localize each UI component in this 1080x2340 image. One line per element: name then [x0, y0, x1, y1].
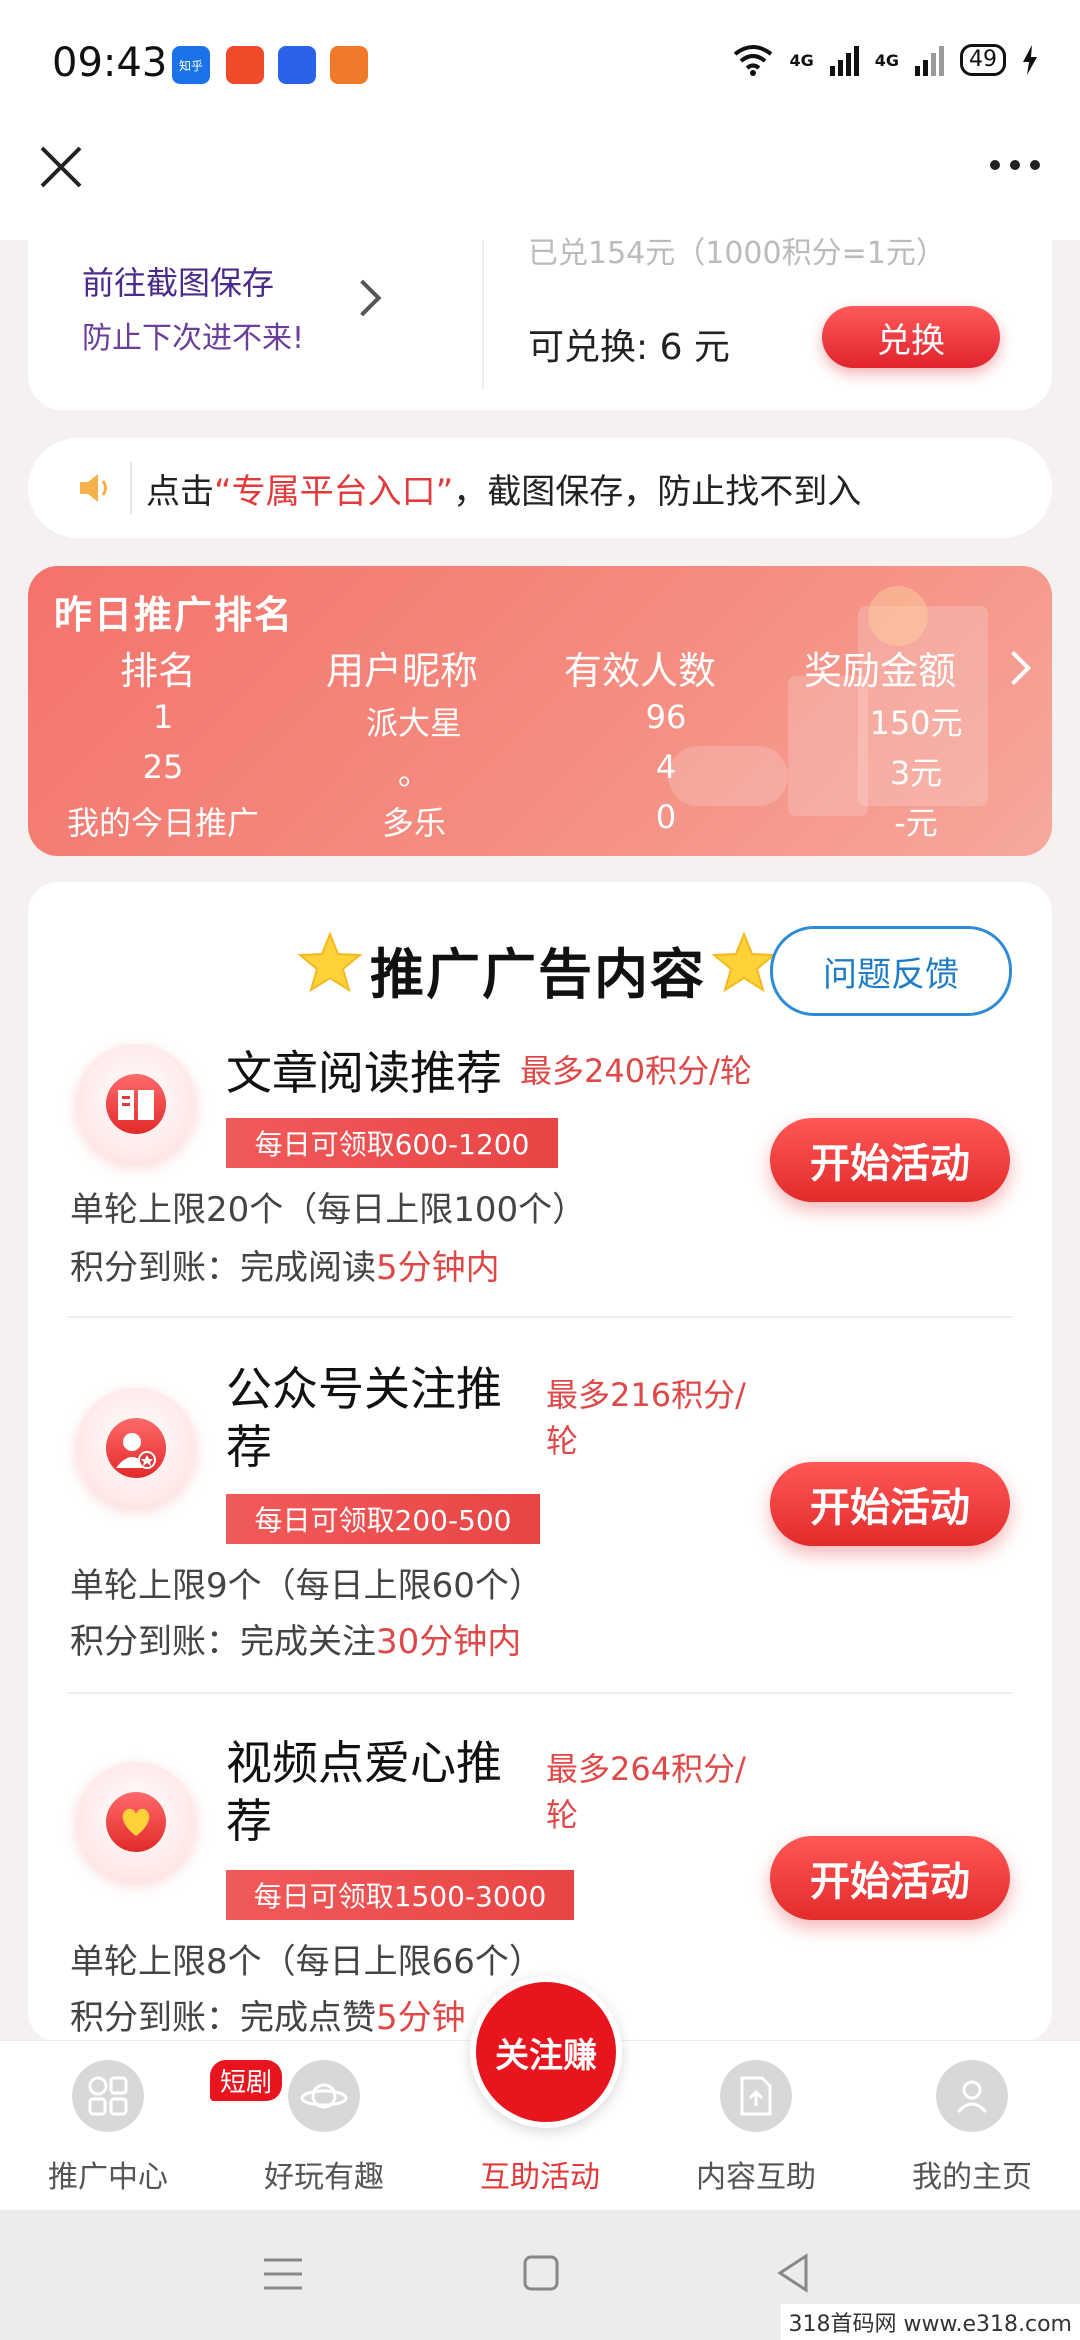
nav-label: 我的主页 — [912, 2160, 1032, 2195]
ad-arrive: 积分到账：完成点赞5分钟 — [70, 1998, 466, 2038]
network-4g-label-2: 4G — [874, 50, 899, 70]
start-activity-button[interactable]: 开始活动 — [770, 1836, 1010, 1920]
charging-icon — [1023, 45, 1037, 75]
nav-my-home[interactable]: 我的主页 — [882, 2060, 1062, 2196]
planet-icon — [288, 2060, 360, 2132]
ranking-title: 昨日推广排名 — [54, 593, 295, 637]
back-icon[interactable] — [776, 2252, 810, 2294]
drama-badge: 短剧 — [210, 2060, 283, 2101]
ad-limit: 单轮上限9个（每日上限60个） — [70, 1566, 543, 1606]
nav-label: 推广中心 — [48, 2160, 168, 2195]
nav-content-mutual[interactable]: 内容互助 — [666, 2060, 846, 2196]
rank-cell: 3元 — [889, 754, 943, 792]
rank-cell: -元 — [894, 804, 938, 842]
nav-label: 好玩有趣 — [264, 2160, 384, 2195]
home-icon[interactable] — [522, 2254, 560, 2292]
ad-daily-badge: 每日可领取600-1200 — [226, 1118, 558, 1168]
redeemed-text: 已兑154元（1000积分=1元） — [528, 236, 946, 271]
app-notification-icon — [226, 46, 264, 84]
notice-bar[interactable]: 点击“专属平台入口”，截图保存，防止找不到入 — [28, 438, 1052, 538]
ad-daily-badge: 每日可领取1500-3000 — [226, 1870, 574, 1920]
rank-cell: 。 — [397, 754, 430, 792]
notice-highlight: “专属平台入口” — [214, 472, 454, 512]
user-icon — [936, 2060, 1008, 2132]
baidu-app-icon — [278, 46, 316, 84]
rank-header-rank: 排名 — [119, 649, 196, 693]
coin-icon — [868, 586, 928, 646]
article-read-icon — [76, 1044, 196, 1164]
app-notification-icon-2 — [330, 46, 368, 84]
divider — [482, 240, 484, 390]
feedback-button[interactable]: 问题反馈 — [770, 926, 1012, 1016]
menu-icon[interactable] — [262, 2256, 304, 2292]
rank-header-nickname: 用户昵称 — [325, 649, 478, 693]
rank-cell: 96 — [645, 698, 687, 736]
upload-file-icon — [720, 2060, 792, 2132]
ad-arrive: 积分到账：完成关注30分钟内 — [70, 1622, 522, 1662]
nav-promo-center[interactable]: 推广中心 — [18, 2060, 198, 2196]
go-screenshot-link[interactable]: 前往截图保存 — [82, 258, 274, 304]
ad-max-points: 最多240积分/轮 — [520, 1052, 752, 1090]
close-icon[interactable] — [36, 142, 86, 192]
rank-cell: 150元 — [869, 704, 963, 742]
star-icon — [712, 931, 776, 993]
notice-divider — [130, 462, 132, 514]
nav-label: 互助活动 — [480, 2160, 600, 2195]
divider — [68, 1316, 1012, 1318]
rank-header-count: 有效人数 — [563, 649, 716, 693]
watermark: 318首码网 www.e318.com — [780, 2304, 1080, 2340]
ads-title: 推广广告内容 — [370, 943, 706, 1006]
network-4g-label: 4G — [789, 50, 814, 70]
speaker-icon — [80, 474, 107, 502]
nav-label: 内容互助 — [696, 2160, 816, 2195]
battery-level: 49 — [960, 44, 1006, 76]
wifi-icon — [734, 45, 773, 76]
status-icons: 4G 4G 49 — [733, 44, 1038, 76]
ad-limit: 单轮上限8个（每日上限66个） — [70, 1942, 543, 1982]
notice-text: 点击“专属平台入口”，截图保存，防止找不到入 — [146, 472, 862, 512]
top-nav — [0, 130, 1080, 240]
follow-earn-button[interactable]: 关注赚 — [470, 1976, 622, 2128]
follow-account-icon — [76, 1388, 196, 1508]
ad-name: 文章阅读推荐 — [226, 1046, 502, 1100]
signal-icon-2 — [915, 44, 944, 76]
grid-icon — [72, 2060, 144, 2132]
start-activity-button[interactable]: 开始活动 — [770, 1462, 1010, 1546]
rank-cell: 我的今日推广 — [66, 804, 259, 842]
ad-daily-badge: 每日可领取200-500 — [226, 1494, 540, 1544]
rank-cell: 0 — [655, 798, 677, 836]
rank-cell: 1 — [152, 698, 174, 736]
ad-max-points: 最多264积分/轮 — [546, 1750, 746, 1834]
star-icon — [298, 931, 362, 993]
status-time: 09:43 — [52, 40, 168, 86]
go-screenshot-subtitle: 防止下次进不来! — [82, 321, 305, 356]
ad-arrive: 积分到账：完成阅读5分钟内 — [70, 1248, 500, 1288]
rank-cell: 多乐 — [381, 804, 446, 842]
zhihu-app-icon: 知乎 — [172, 46, 210, 84]
more-options-icon[interactable] — [990, 160, 1040, 170]
rank-cell: 派大星 — [365, 704, 462, 742]
start-activity-button[interactable]: 开始活动 — [770, 1118, 1010, 1202]
redeemable-amount: 可兑换: 6 元 — [528, 327, 730, 368]
like-video-icon — [76, 1762, 196, 1882]
ad-max-points: 最多216积分/轮 — [546, 1376, 746, 1460]
ad-name: 公众号关注推荐 — [226, 1362, 502, 1474]
rank-header-reward: 奖励金额 — [803, 649, 956, 693]
divider — [68, 1692, 1012, 1694]
rank-cell: 4 — [655, 748, 677, 786]
signal-icon — [829, 44, 859, 76]
ad-name: 视频点爱心推荐 — [226, 1736, 502, 1848]
rank-cell: 25 — [142, 748, 184, 786]
ad-limit: 单轮上限20个（每日上限100个） — [70, 1190, 587, 1230]
redeem-button[interactable]: 兑换 — [822, 306, 1000, 368]
